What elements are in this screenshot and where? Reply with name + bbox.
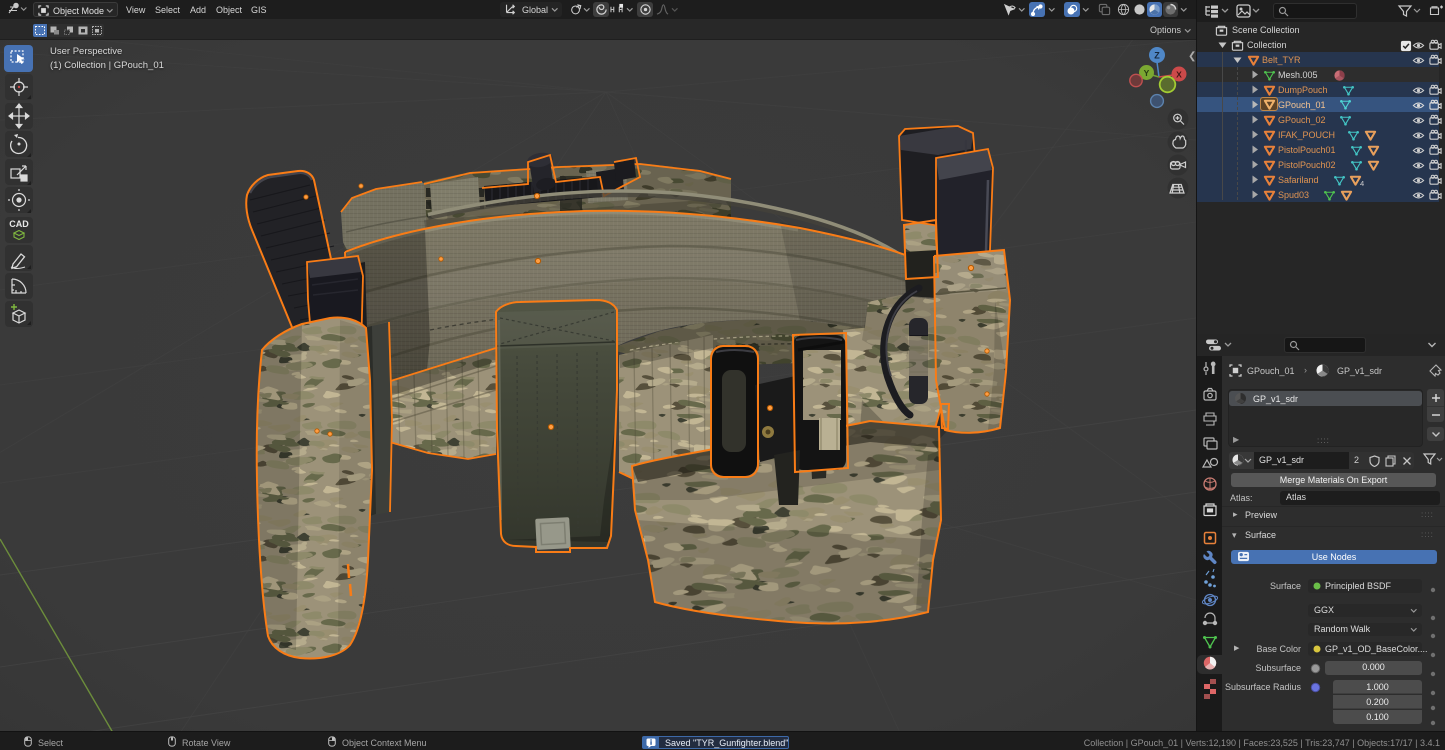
svg-text:Y: Y (1144, 68, 1150, 78)
svg-text:Z: Z (1154, 51, 1160, 61)
svg-text:X: X (1176, 70, 1182, 80)
svg-text:CAD: CAD (9, 219, 29, 229)
